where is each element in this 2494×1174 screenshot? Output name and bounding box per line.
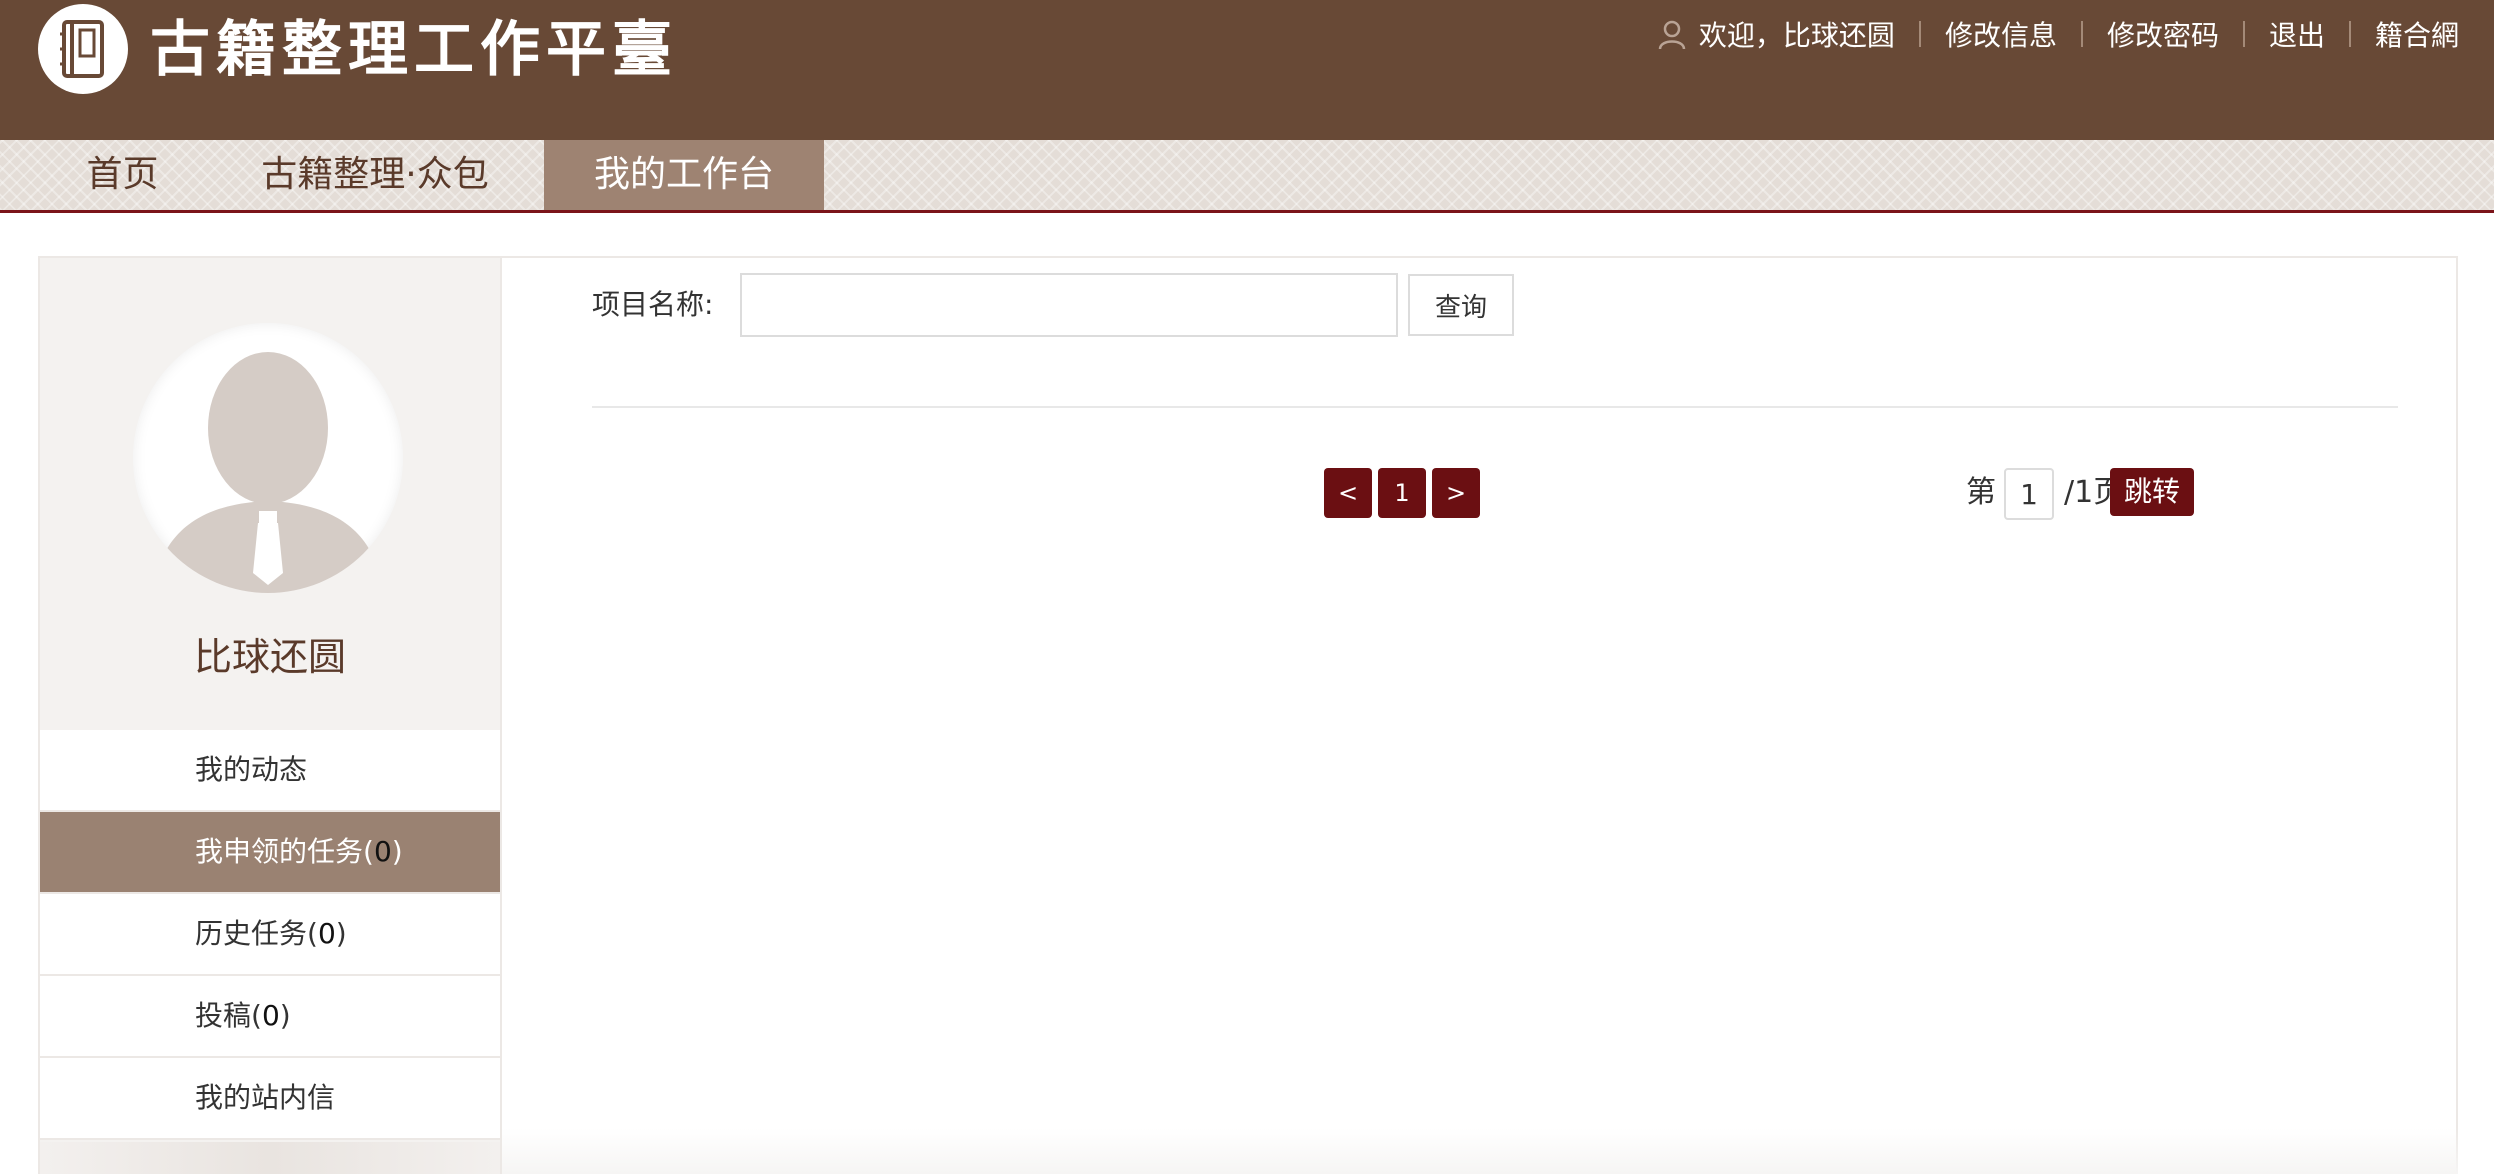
separator — [1918, 21, 1921, 47]
separator — [2348, 21, 2351, 47]
nav-item-home[interactable]: 首页 — [50, 140, 195, 210]
sidebar-footer — [40, 1142, 500, 1174]
page-prefix: 第 — [1966, 475, 1996, 510]
main-nav: 首页 古籍整理·众包 我的工作台 — [0, 140, 2494, 213]
jump-button[interactable]: 跳转 — [2110, 468, 2194, 516]
book-icon[interactable] — [38, 4, 128, 94]
sidebar-item-label: 我的站内信 — [195, 1081, 336, 1114]
logout-link[interactable]: 退出 — [2269, 14, 2325, 54]
prev-page-button[interactable]: < — [1324, 468, 1372, 518]
site-header: 古籍整理工作平臺 欢迎，比球还圆 修改信息 修改密码 退出 籍合網 — [0, 0, 2494, 140]
edit-info-link[interactable]: 修改信息 — [1945, 14, 2057, 54]
history-count: 0 — [317, 917, 336, 950]
nav-item-crowdsource[interactable]: 古籍整理·众包 — [240, 140, 510, 210]
submission-count: 0 — [261, 999, 280, 1032]
sidebar-item-history-tasks[interactable]: 历史任务(0) — [40, 894, 500, 976]
search-button[interactable]: 查询 — [1408, 274, 1514, 336]
separator — [2080, 21, 2083, 47]
sidebar-item-claimed-tasks[interactable]: 我申领的任务(0) — [40, 812, 500, 894]
sidebar-menu: 我的动态 我申领的任务(0) 历史任务(0) 投稿(0) 我的站内信 — [40, 730, 500, 1140]
page-number-input[interactable] — [2004, 468, 2054, 520]
site-title[interactable]: 古籍整理工作平臺 — [150, 10, 678, 90]
welcome-text: 欢迎，比球还圆 — [1698, 19, 1895, 52]
jihe-site-link[interactable]: 籍合網 — [2375, 14, 2459, 54]
profile-panel: 比球还圆 — [40, 258, 500, 730]
workbench-container: 比球还圆 我的动态 我申领的任务(0) 历史任务(0) 投稿(0) 我的站内信 … — [38, 256, 2458, 1174]
next-page-button[interactable]: > — [1432, 468, 1480, 518]
sidebar-item-submissions[interactable]: 投稿(0) — [40, 976, 500, 1058]
sidebar-item-label: 我申领的任务 — [195, 835, 364, 868]
page-1-button[interactable]: 1 — [1378, 468, 1426, 518]
sidebar-item-label: 投稿 — [195, 999, 252, 1032]
main-content: 项目名称: 查询 < 1 > 第 /1页 跳转 — [502, 258, 2458, 1174]
nav-item-workbench[interactable]: 我的工作台 — [544, 140, 824, 210]
sidebar-item-my-activity[interactable]: 我的动态 — [40, 730, 500, 812]
project-name-label: 项目名称: — [592, 288, 714, 321]
separator — [2242, 21, 2245, 47]
divider — [592, 406, 2398, 408]
user-icon — [1658, 20, 1686, 50]
sidebar-item-label: 历史任务 — [195, 917, 308, 950]
change-password-link[interactable]: 修改密码 — [2107, 14, 2219, 54]
project-name-input[interactable] — [740, 273, 1398, 337]
content-footer-fade — [502, 1128, 2458, 1174]
sidebar: 比球还圆 我的动态 我申领的任务(0) 历史任务(0) 投稿(0) 我的站内信 — [40, 258, 502, 1174]
profile-name: 比球还圆 — [193, 635, 346, 679]
avatar-silhouette-icon — [133, 323, 403, 593]
user-bar: 欢迎，比球还圆 修改信息 修改密码 退出 籍合網 — [1655, 12, 2459, 56]
task-count: 0 — [373, 835, 392, 868]
sidebar-item-label: 我的动态 — [195, 753, 308, 786]
sidebar-item-messages[interactable]: 我的站内信 — [40, 1058, 500, 1140]
